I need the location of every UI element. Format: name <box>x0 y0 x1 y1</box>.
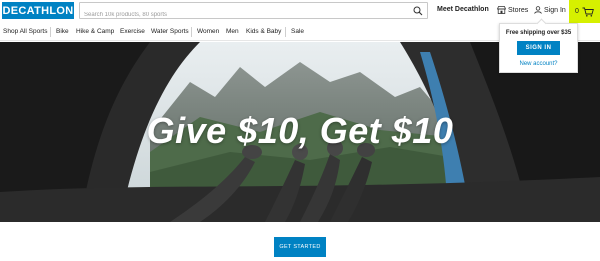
nav-item-exercise[interactable]: Exercise <box>120 28 145 35</box>
user-icon <box>534 6 542 14</box>
free-shipping-text: Free shipping over $35 <box>505 30 572 36</box>
cart-count: 0 <box>575 8 579 15</box>
stores-label: Stores <box>508 6 529 14</box>
nav-item-men[interactable]: Men <box>226 28 239 35</box>
nav-item-shop-all-sports[interactable]: Shop All Sports <box>3 28 47 35</box>
new-account-link[interactable]: New account? <box>500 61 577 67</box>
nav-item-bike[interactable]: Bike <box>56 28 69 35</box>
nav-item-women[interactable]: Women <box>197 28 219 35</box>
meet-decathlon-link[interactable]: Meet Decathlon <box>437 6 489 13</box>
hero-title: Give $10, Get $10 <box>146 110 454 151</box>
nav-item-kids-baby[interactable]: Kids & Baby <box>246 28 281 35</box>
nav-item-water-sports[interactable]: Water Sports <box>151 28 189 35</box>
search-icon[interactable] <box>413 6 423 16</box>
cart-button[interactable]: 0 <box>569 0 600 23</box>
page: DECATHLON Meet Decathlon Stores Sign In <box>0 0 600 261</box>
search-box <box>79 2 428 23</box>
sign-in-button[interactable]: SIGN IN <box>517 41 560 55</box>
store-icon <box>497 6 506 14</box>
sign-in-link[interactable]: Sign In <box>534 6 566 14</box>
get-started-button[interactable]: GET STARTED <box>274 237 326 257</box>
nav-divider <box>50 27 51 37</box>
nav-divider <box>191 27 192 37</box>
nav-item-sale[interactable]: Sale <box>291 28 304 35</box>
nav-item-hike-camp[interactable]: Hike & Camp <box>76 28 114 35</box>
search-input[interactable] <box>80 7 400 23</box>
sign-in-dropdown: Free shipping over $35 SIGN IN New accou… <box>499 23 578 73</box>
nav-divider <box>285 27 286 37</box>
header: DECATHLON Meet Decathlon Stores Sign In <box>0 0 600 23</box>
sign-in-label: Sign In <box>544 6 566 14</box>
stores-link[interactable]: Stores <box>497 6 528 14</box>
decathlon-logo[interactable]: DECATHLON <box>2 2 74 19</box>
cart-icon <box>582 7 594 17</box>
